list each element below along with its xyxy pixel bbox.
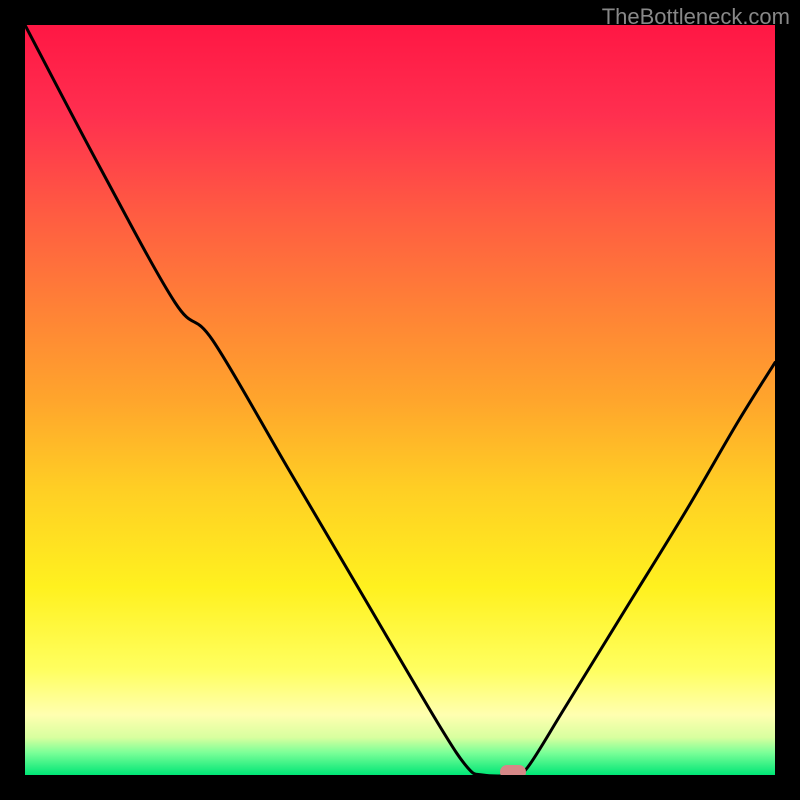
- chart-frame: TheBottleneck.com: [0, 0, 800, 800]
- bottleneck-curve: [25, 25, 775, 775]
- curve-layer: [25, 25, 775, 775]
- optimal-marker: [500, 765, 526, 775]
- plot-area: [25, 25, 775, 775]
- watermark-text: TheBottleneck.com: [602, 4, 790, 30]
